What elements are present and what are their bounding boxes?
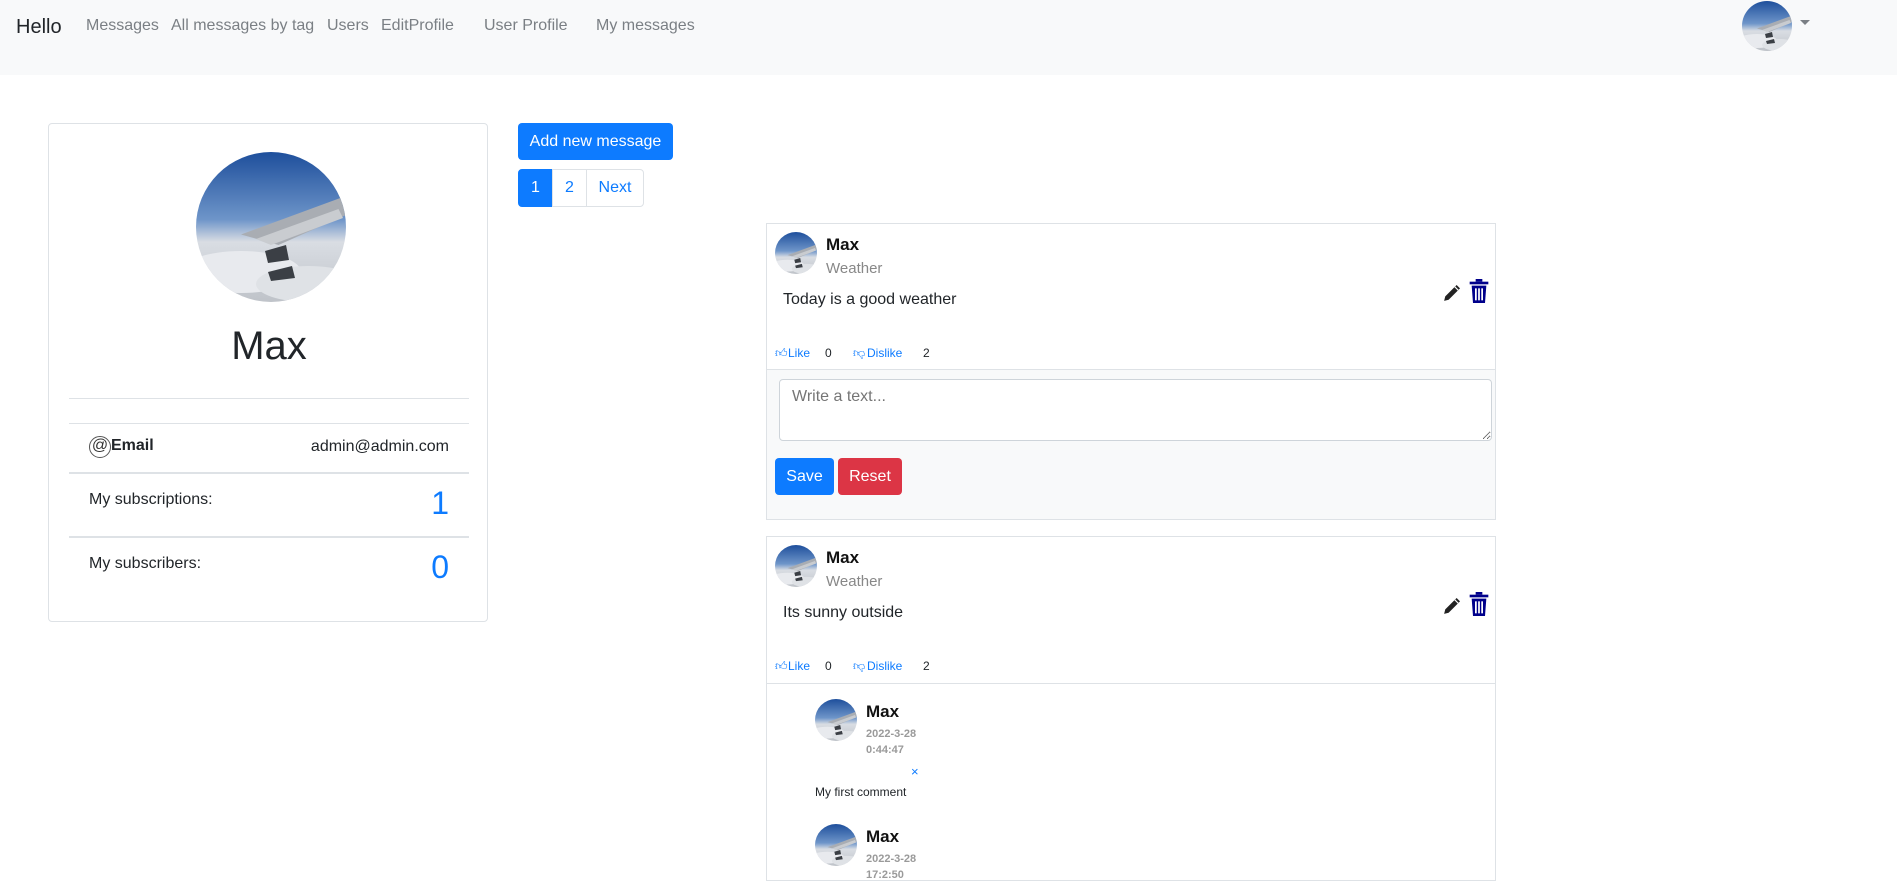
thumbs-up-icon[interactable]: 👍︎ [775,346,788,361]
pencil-icon[interactable] [1443,597,1461,615]
subscriptions-label: My subscriptions: [89,491,213,508]
comment-author[interactable]: Max [866,827,899,847]
message-author[interactable]: Max [826,548,859,568]
at-icon: @ [89,436,111,458]
message-text: Its sunny outside [783,604,904,621]
comment-author[interactable]: Max [866,702,899,722]
subscriptions-count[interactable]: 1 [431,485,449,522]
nav-link-messages[interactable]: Messages [86,17,159,35]
avatar [775,545,817,587]
comment-date-time: 0:44:47 [866,744,904,756]
message-tag[interactable]: Weather [826,260,882,277]
comment-date-day: 2022-3-28 [866,853,917,865]
page-next-link[interactable]: Next [586,169,644,207]
thumbs-down-icon[interactable]: 👎︎ [853,659,865,674]
email-value: admin@admin.com [310,438,449,455]
nav-link-edit-profile[interactable]: EditProfile [381,17,454,35]
trash-icon[interactable] [1468,279,1490,303]
reset-button[interactable]: Reset [838,458,902,495]
dislike-count: 2 [923,346,930,360]
like-button[interactable]: Like [788,346,810,360]
page-1-link[interactable]: 1 [518,169,553,207]
subscribers-count[interactable]: 0 [431,549,449,586]
nav-link-users[interactable]: Users [327,17,369,35]
message-author[interactable]: Max [826,235,859,255]
subscribers-row: My subscribers: 0 [69,536,469,600]
dislike-count: 2 [923,659,930,673]
subscriptions-row: My subscriptions: 1 [69,472,469,536]
top-navbar: Hello Messages All messages by tag Users… [0,0,1897,75]
avatar [815,824,857,866]
message-text: Today is a good weather [783,291,957,308]
comment-date-time: 17:2:50 [866,869,904,881]
user-menu-avatar[interactable] [1742,1,1792,51]
pencil-icon[interactable] [1443,284,1461,302]
dislike-button[interactable]: Dislike [867,659,902,673]
nav-link-all-messages-by-tag[interactable]: All messages by tag [171,17,314,35]
dislike-button[interactable]: Dislike [867,346,902,360]
avatar [815,699,857,741]
comment-date: 2022-3-28 0:44:47 [866,726,936,758]
close-icon[interactable]: × [911,764,919,779]
pagination: 1 2 Next [518,169,644,207]
message-card: Max Weather Today is a good weather 👍︎ L… [766,223,1496,520]
page-2-link[interactable]: 2 [552,169,587,207]
thumbs-up-icon[interactable]: 👍︎ [775,659,788,674]
profile-avatar [196,152,346,302]
trash-icon[interactable] [1468,592,1490,616]
comment-input[interactable] [779,379,1492,441]
chevron-down-icon[interactable] [1800,20,1810,25]
navbar-brand[interactable]: Hello [16,16,62,39]
subscribers-label: My subscribers: [89,555,202,572]
message-card: Max Weather Its sunny outside 👍︎ Like 0 … [766,536,1496,881]
card-divider [767,683,1495,684]
email-row: @ Email admin@admin.com [69,423,469,472]
add-new-message-button[interactable]: Add new message [518,123,673,160]
email-label: Email [111,437,154,454]
save-button[interactable]: Save [775,458,834,495]
nav-link-my-messages[interactable]: My messages [596,17,695,35]
nav-link-user-profile[interactable]: User Profile [484,17,568,35]
like-button[interactable]: Like [788,659,810,673]
comment-date-day: 2022-3-28 [866,728,917,740]
profile-name: Max [231,324,307,368]
avatar [775,232,817,274]
like-count: 0 [825,346,832,360]
message-tag[interactable]: Weather [826,573,882,590]
thumbs-down-icon[interactable]: 👎︎ [853,346,865,361]
profile-divider [69,398,469,399]
comment-text: My first comment [815,785,907,799]
like-count: 0 [825,659,832,673]
profile-card: Max @ Email admin@admin.com My subscript… [48,123,488,622]
comment-date: 2022-3-28 17:2:50 [866,851,936,883]
